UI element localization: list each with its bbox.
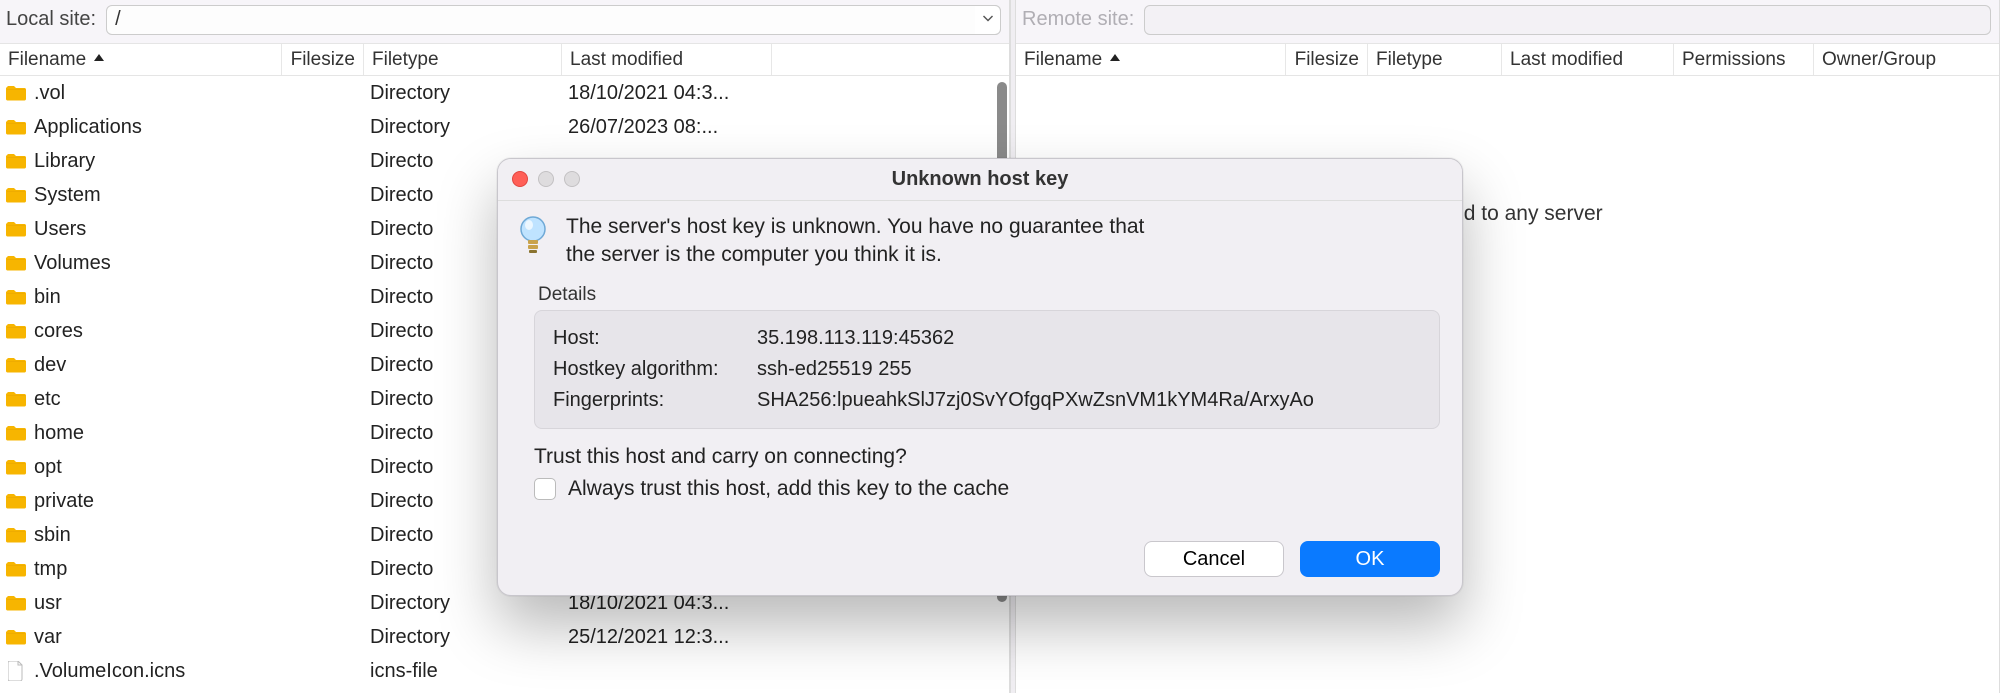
window-minimize-button [538,171,554,187]
file-type: Directory [370,82,568,105]
folder-icon [6,255,26,271]
local-site-combo [106,5,1001,35]
algo-value: ssh-ed25519 255 [757,354,912,385]
folder-icon [6,527,26,543]
always-trust-label: Always trust this host, add this key to … [568,477,1009,501]
local-column-headers: Filename Filesize Filetype Last modified [0,44,1009,76]
remote-header-lastmod[interactable]: Last modified [1502,44,1674,75]
local-site-bar: Local site: [0,0,1009,44]
remote-site-label: Remote site: [1022,8,1134,31]
file-type: Directory [370,626,568,649]
dialog-body: The server's host key is unknown. You ha… [498,201,1462,531]
host-label: Host: [553,323,749,354]
host-value: 35.198.113.119:45362 [757,323,954,354]
file-modified: 26/07/2023 08:... [568,116,778,139]
table-row[interactable]: var Directory25/12/2021 12:3... [0,620,1009,654]
remote-header-filetype[interactable]: Filetype [1368,44,1502,75]
folder-icon [6,153,26,169]
algo-label: Hostkey algorithm: [553,354,749,385]
remote-site-combo [1144,5,1991,35]
window-close-button[interactable] [512,171,528,187]
sort-ascending-icon [1108,49,1122,71]
folder-icon [6,595,26,611]
remote-header-filesize[interactable]: Filesize [1286,44,1368,75]
dialog-button-row: Cancel OK [498,531,1462,595]
local-header-lastmod[interactable]: Last modified [562,44,772,75]
trust-question: Trust this host and carry on connecting? [534,445,1440,469]
folder-icon [6,323,26,339]
file-name: home [34,422,84,445]
local-site-dropdown-button[interactable] [975,5,1001,35]
folder-icon [6,629,26,645]
file-name: private [34,490,94,513]
local-header-filename[interactable]: Filename [0,44,282,75]
chevron-down-icon [982,8,994,31]
folder-icon [6,561,26,577]
file-name: opt [34,456,62,479]
file-name: usr [34,592,62,615]
table-row[interactable]: Applications Directory26/07/2023 08:... [0,110,1009,144]
sort-ascending-icon [92,49,106,71]
folder-icon [6,459,26,475]
folder-icon [6,119,26,135]
local-header-filetype[interactable]: Filetype [364,44,562,75]
remote-site-input [1144,5,1991,35]
folder-icon [6,391,26,407]
folder-icon [6,85,26,101]
folder-icon [6,493,26,509]
window-traffic-lights [512,171,580,187]
details-label: Details [538,284,1440,306]
table-row[interactable]: .VolumeIcon.icns icns-file [0,654,1009,688]
lightbulb-icon [516,215,550,255]
folder-icon [6,357,26,373]
file-name: .vol [34,82,65,105]
details-box: Host: 35.198.113.119:45362 Hostkey algori… [534,310,1440,429]
fingerprint-value: SHA256:lpueahkSlJ7zj0SvYOfgqPXwZsnVM1kYM… [757,385,1314,416]
folder-icon [6,289,26,305]
local-header-spacer [772,44,1009,75]
file-name: var [34,626,62,649]
file-name: Applications [34,116,142,139]
folder-icon [6,187,26,203]
file-name: Users [34,218,86,241]
folder-icon [6,425,26,441]
always-trust-checkbox[interactable] [534,478,556,500]
ok-button[interactable]: OK [1300,541,1440,577]
remote-site-bar: Remote site: [1016,0,1999,44]
file-name: etc [34,388,61,411]
file-name: System [34,184,101,207]
file-name: tmp [34,558,67,581]
remote-column-headers: Filename Filesize Filetype Last modified… [1016,44,1999,76]
file-type: Directory [370,116,568,139]
file-name: dev [34,354,66,377]
dialog-title: Unknown host key [892,168,1069,191]
file-name: sbin [34,524,71,547]
file-modified: 18/10/2021 04:3... [568,82,778,105]
file-icon [8,661,24,681]
file-name: Library [34,150,95,173]
app-root: Local site: Filename Filesize Filetype L… [0,0,2000,693]
file-type: icns-file [370,660,568,683]
remote-header-filename[interactable]: Filename [1016,44,1286,75]
file-name: bin [34,286,61,309]
always-trust-row: Always trust this host, add this key to … [534,477,1440,501]
file-name: cores [34,320,83,343]
host-key-dialog: Unknown host key The server's host key i… [497,158,1463,596]
fingerprint-label: Fingerprints: [553,385,749,416]
remote-header-permissions[interactable]: Permissions [1674,44,1814,75]
local-site-label: Local site: [6,8,96,31]
file-name: .VolumeIcon.icns [34,660,185,683]
local-header-filesize[interactable]: Filesize [282,44,364,75]
remote-header-owner[interactable]: Owner/Group [1814,44,1999,75]
folder-icon [6,221,26,237]
window-zoom-button [564,171,580,187]
local-site-input[interactable] [106,5,1001,35]
cancel-button[interactable]: Cancel [1144,541,1284,577]
file-modified: 25/12/2021 12:3... [568,626,778,649]
file-name: Volumes [34,252,111,275]
dialog-message: The server's host key is unknown. You ha… [566,213,1144,270]
table-row[interactable]: .vol Directory18/10/2021 04:3... [0,76,1009,110]
dialog-titlebar[interactable]: Unknown host key [498,159,1462,201]
